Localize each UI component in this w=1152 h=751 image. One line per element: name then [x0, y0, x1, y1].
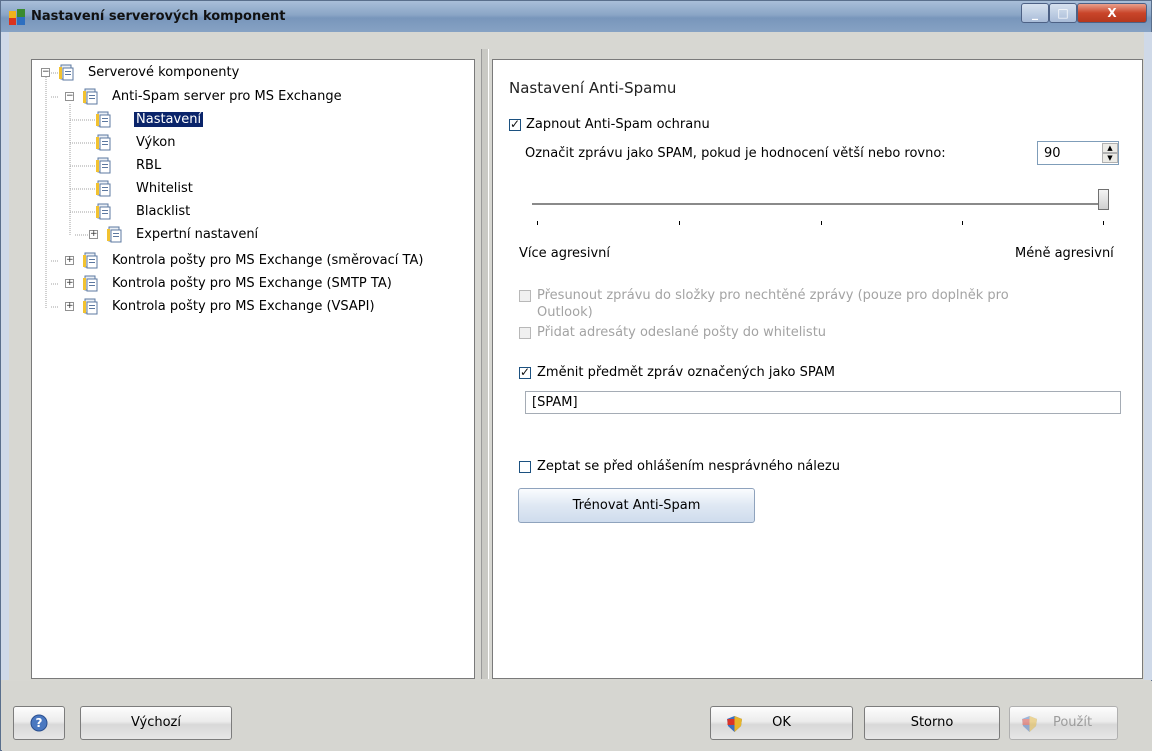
spin-down-button[interactable]: ▼: [1102, 153, 1118, 163]
maximize-icon: □: [1057, 6, 1069, 20]
ask-before-report-checkbox[interactable]: [519, 461, 531, 473]
apply-button[interactable]: Použít: [1009, 706, 1118, 740]
add-to-whitelist-checkbox[interactable]: [519, 327, 531, 339]
tree-item-label: Whitelist: [136, 181, 193, 196]
window-title: Nastavení serverových komponent: [31, 9, 286, 24]
cancel-button[interactable]: Storno: [864, 706, 1000, 740]
section-title: Nastavení Anti-Spamu: [509, 79, 677, 97]
tree-item-label: Blacklist: [136, 204, 191, 219]
component-node-icon: [83, 298, 98, 315]
tree-item-rbl[interactable]: RBL: [32, 156, 472, 176]
enable-antispam-label: Zapnout Anti-Spam ochranu: [526, 117, 710, 132]
close-button[interactable]: X: [1077, 3, 1147, 23]
threshold-spinbox[interactable]: 90 ▲ ▼: [1037, 141, 1119, 165]
shield-icon: [1022, 716, 1037, 732]
more-aggressive-label: Více agresivní: [519, 246, 610, 261]
component-node-icon: [96, 111, 111, 128]
component-node-icon: [83, 275, 98, 292]
title-bar[interactable]: Nastavení serverových komponent _ □ X: [1, 1, 1151, 32]
slider-tick: [537, 221, 538, 225]
less-aggressive-label: Méně agresivní: [1015, 246, 1114, 261]
frame-right: [1144, 32, 1152, 680]
threshold-value: 90: [1044, 146, 1061, 161]
tree-item-antispam-server[interactable]: − Anti-Spam server pro MS Exchange: [32, 87, 472, 107]
slider-tick: [962, 221, 963, 225]
expand-icon[interactable]: +: [89, 230, 98, 239]
tree-item-expert-settings[interactable]: + Expertní nastavení: [32, 225, 472, 245]
tree-item-label: RBL: [136, 158, 162, 173]
spin-up-button[interactable]: ▲: [1102, 143, 1118, 153]
enable-antispam-checkbox[interactable]: ✓: [509, 117, 521, 131]
expand-icon[interactable]: +: [65, 302, 74, 311]
component-node-icon: [96, 203, 111, 220]
settings-window: Nastavení serverových komponent _ □ X − …: [0, 0, 1152, 751]
component-node-icon: [59, 64, 74, 81]
aggressiveness-slider-track[interactable]: [532, 203, 1102, 206]
help-icon: ?: [30, 714, 48, 732]
maximize-button[interactable]: □: [1049, 3, 1077, 23]
ok-button[interactable]: OK: [710, 706, 853, 740]
expand-icon[interactable]: +: [65, 279, 74, 288]
slider-tick: [679, 221, 680, 225]
threshold-label: Označit zprávu jako SPAM, pokud je hodno…: [525, 146, 946, 161]
change-subject-label: Změnit předmět zpráv označených jako SPA…: [537, 365, 835, 380]
collapse-icon[interactable]: −: [65, 92, 74, 101]
train-antispam-button[interactable]: Trénovat Anti-Spam: [518, 488, 755, 523]
tree-item-label: Výkon: [136, 135, 176, 150]
component-node-icon: [96, 180, 111, 197]
slider-tick: [821, 221, 822, 225]
aggressiveness-slider-thumb[interactable]: [1098, 189, 1109, 210]
tree-item-settings[interactable]: Nastavení: [32, 110, 472, 130]
frame-left: [1, 32, 9, 680]
avg-app-icon: [9, 9, 25, 25]
tree-item-server-components[interactable]: − Serverové komponenty: [32, 63, 472, 83]
svg-text:?: ?: [36, 716, 43, 730]
tree-item-label: Kontrola pošty pro MS Exchange (SMTP TA): [112, 276, 392, 291]
collapse-icon[interactable]: −: [41, 68, 50, 77]
tree-item-label: Anti-Spam server pro MS Exchange: [112, 89, 342, 104]
ask-before-report-label: Zeptat se před ohlášením nesprávného nál…: [537, 459, 840, 474]
minimize-button[interactable]: _: [1021, 3, 1049, 23]
checkmark-icon: ✓: [520, 365, 531, 379]
panel-splitter[interactable]: [481, 49, 489, 679]
default-button[interactable]: Výchozí: [80, 706, 232, 740]
component-node-icon: [96, 157, 111, 174]
shield-icon: [727, 716, 742, 732]
tree-item-label: Nastavení: [134, 112, 204, 127]
apply-label: Použít: [1052, 715, 1093, 730]
move-to-junk-label-cont: Outlook): [537, 305, 593, 320]
slider-tick: [1103, 221, 1104, 225]
tree-item-label: Kontrola pošty pro MS Exchange (směrovac…: [112, 253, 424, 268]
move-to-junk-label: Přesunout zprávu do složky pro nechtěné …: [537, 288, 1009, 303]
tree-item-performance[interactable]: Výkon: [32, 133, 472, 153]
checkmark-icon: ✓: [510, 117, 521, 131]
tree-item-mail-smtp-ta[interactable]: + Kontrola pošty pro MS Exchange (SMTP T…: [32, 274, 472, 294]
minimize-icon: _: [1032, 6, 1038, 20]
component-node-icon: [107, 226, 122, 243]
component-node-icon: [83, 252, 98, 269]
tree-item-label: Expertní nastavení: [136, 227, 259, 242]
move-to-junk-checkbox[interactable]: [519, 290, 531, 302]
tree-item-whitelist[interactable]: Whitelist: [32, 179, 472, 199]
spam-subject-input[interactable]: [SPAM]: [525, 391, 1121, 414]
ok-label: OK: [772, 715, 791, 730]
tree-item-label: Serverové komponenty: [88, 65, 240, 80]
tree-item-mail-vsapi[interactable]: + Kontrola pošty pro MS Exchange (VSAPI): [32, 297, 472, 317]
tree-item-blacklist[interactable]: Blacklist: [32, 202, 472, 222]
component-tree[interactable]: − Serverové komponenty − Anti-Spam serve…: [31, 59, 475, 679]
tree-item-label: Kontrola pošty pro MS Exchange (VSAPI): [112, 299, 375, 314]
component-node-icon: [83, 88, 98, 105]
expand-icon[interactable]: +: [65, 256, 74, 265]
help-button[interactable]: ?: [13, 706, 65, 740]
change-subject-checkbox[interactable]: ✓: [519, 365, 531, 379]
tree-item-mail-routing-ta[interactable]: + Kontrola pošty pro MS Exchange (směrov…: [32, 251, 472, 271]
component-node-icon: [96, 134, 111, 151]
close-icon: X: [1107, 6, 1117, 20]
add-to-whitelist-label: Přidat adresáty odeslané pošty do whitel…: [537, 325, 827, 340]
